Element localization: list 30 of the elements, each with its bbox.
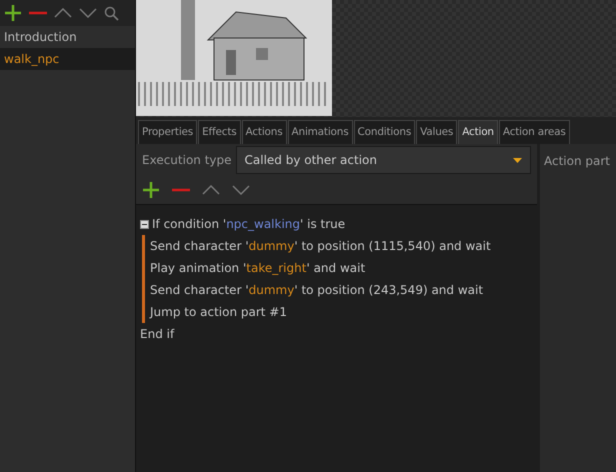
add-icon[interactable] (4, 4, 22, 22)
tab[interactable]: Actions (242, 120, 286, 144)
execution-type-label: Execution type (142, 152, 232, 169)
tab[interactable]: Action (458, 120, 498, 144)
script-line[interactable]: End if (140, 325, 174, 343)
tab[interactable]: Properties (138, 120, 198, 144)
chevron-down-icon[interactable] (232, 185, 250, 195)
tab[interactable]: Animations (288, 120, 353, 144)
action-part-label: Action part (544, 154, 610, 168)
script-line[interactable]: Play animation 'take_right' and wait (150, 259, 366, 277)
chevron-down-icon[interactable] (79, 8, 97, 18)
remove-icon[interactable] (172, 188, 190, 192)
collapse-icon[interactable] (140, 220, 149, 228)
execution-type-dropdown[interactable]: Called by other action (236, 146, 531, 174)
script-line[interactable]: If condition 'npc_walking' is true (152, 215, 346, 233)
script-line[interactable]: Send character 'dummy' to position (243,549) and wait (150, 281, 484, 299)
add-icon[interactable] (142, 181, 160, 199)
chevron-up-icon[interactable] (54, 8, 72, 18)
chevron-up-icon[interactable] (202, 185, 220, 195)
tab[interactable]: Values (416, 120, 458, 144)
tab[interactable]: Effects (198, 120, 241, 144)
dropdown-caret-icon (513, 158, 522, 162)
sidebar-item[interactable]: walk_npc (0, 48, 135, 70)
search-icon[interactable] (104, 6, 119, 20)
script-line[interactable]: Send character 'dummy' to position (1115,540) and wait (150, 237, 491, 255)
sidebar-item[interactable]: Introduction (0, 26, 135, 48)
tab[interactable]: Action areas (498, 120, 570, 144)
script-line[interactable]: Jump to action part #1 (150, 303, 287, 321)
remove-icon[interactable] (29, 11, 47, 15)
tab[interactable]: Conditions (354, 120, 416, 144)
